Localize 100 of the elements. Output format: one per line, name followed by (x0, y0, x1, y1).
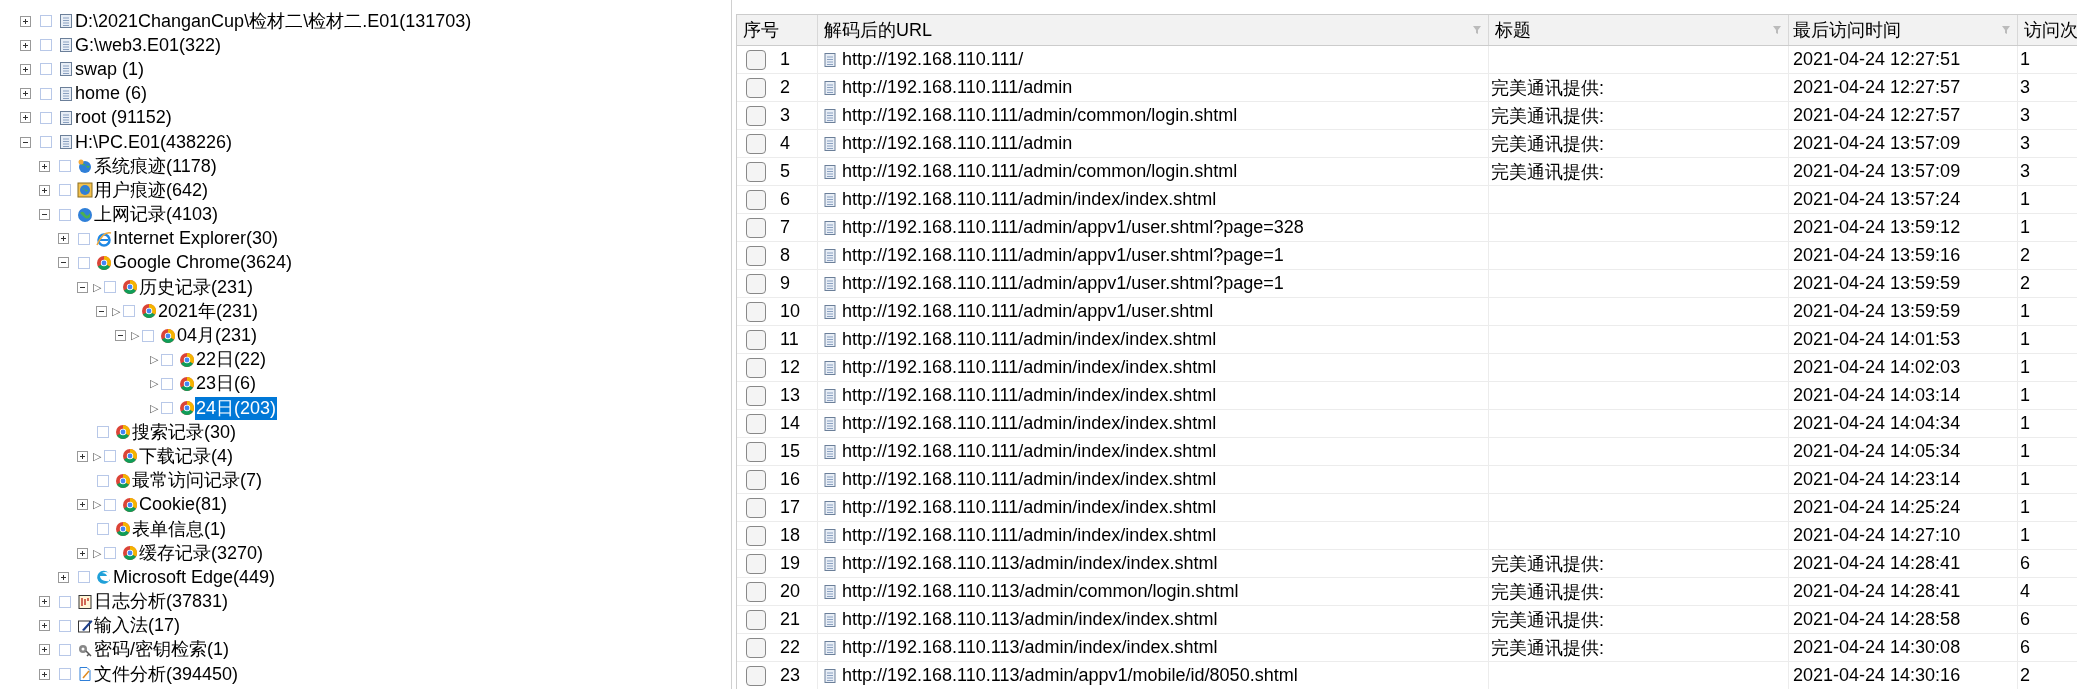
row-checkbox[interactable] (746, 609, 766, 630)
checkbox[interactable] (59, 643, 71, 656)
row-checkbox[interactable] (746, 413, 766, 434)
row-checkbox[interactable] (746, 665, 766, 686)
checkbox[interactable] (40, 111, 52, 124)
row-checkbox[interactable] (746, 553, 766, 574)
checkbox[interactable] (78, 232, 90, 245)
expander-icon[interactable] (58, 571, 69, 583)
checkbox[interactable] (104, 547, 116, 560)
row-checkbox[interactable] (746, 77, 766, 98)
column-header[interactable]: 解码后的URL (818, 15, 1489, 45)
checkbox[interactable] (97, 426, 109, 439)
expander-icon[interactable] (20, 39, 31, 51)
checkbox[interactable] (161, 402, 173, 415)
tree-item[interactable]: 2021年(231) (157, 299, 260, 323)
checkbox[interactable] (97, 474, 109, 487)
tree-item[interactable]: 密码/密钥检索(1) (93, 638, 230, 662)
checkbox[interactable] (104, 498, 116, 511)
row-checkbox[interactable] (746, 385, 766, 406)
checkbox[interactable] (59, 595, 71, 608)
expander-icon[interactable] (20, 112, 31, 124)
checkbox[interactable] (59, 184, 71, 197)
expander-icon[interactable] (39, 620, 50, 632)
expander-icon[interactable] (20, 63, 31, 75)
expander-icon[interactable] (77, 547, 88, 559)
checkbox[interactable] (123, 305, 135, 318)
expander-icon[interactable] (58, 257, 69, 269)
checkbox[interactable] (40, 136, 52, 149)
tree-item[interactable]: 系统痕迹(1178) (93, 154, 218, 178)
expander-icon[interactable] (20, 15, 31, 27)
checkbox[interactable] (78, 256, 90, 269)
row-checkbox[interactable] (746, 217, 766, 238)
expander-icon[interactable] (58, 233, 69, 245)
row-checkbox[interactable] (746, 637, 766, 658)
row-checkbox[interactable] (746, 245, 766, 266)
tree-item[interactable]: 表单信息(1) (131, 517, 227, 541)
expander-icon[interactable] (39, 668, 50, 680)
tree-item[interactable]: 搜索记录(30) (131, 420, 237, 444)
row-checkbox[interactable] (746, 161, 766, 182)
expander-icon[interactable] (77, 499, 88, 511)
tree-item[interactable]: 22日(22) (195, 348, 268, 372)
checkbox[interactable] (104, 281, 116, 294)
tree-item[interactable]: root (91152) (74, 106, 173, 130)
expander-icon[interactable] (77, 281, 88, 293)
expander-icon[interactable] (39, 644, 50, 656)
row-checkbox[interactable] (746, 469, 766, 490)
checkbox[interactable] (78, 571, 90, 584)
checkbox[interactable] (59, 668, 71, 681)
tree-item[interactable]: Microsoft Edge(449) (112, 565, 277, 589)
expander-icon[interactable] (20, 136, 31, 148)
row-checkbox[interactable] (746, 525, 766, 546)
tree-item[interactable]: 历史记录(231) (138, 275, 255, 299)
tree-item[interactable]: 文件分析(394450) (93, 662, 240, 686)
tree-item[interactable]: Cookie(81) (138, 493, 229, 517)
row-checkbox[interactable] (746, 497, 766, 518)
checkbox[interactable] (59, 208, 71, 221)
expander-icon[interactable] (39, 596, 50, 608)
tree-item[interactable]: 用户痕迹(642) (93, 178, 210, 202)
tree-item[interactable]: 日志分析(37831) (93, 590, 230, 614)
expander-icon[interactable] (39, 209, 50, 221)
tree-item[interactable]: 24日(203) (195, 396, 278, 420)
expander-icon[interactable] (39, 184, 50, 196)
checkbox[interactable] (142, 329, 154, 342)
row-checkbox[interactable] (746, 49, 766, 70)
expander-icon[interactable] (115, 330, 126, 342)
tree-item[interactable]: Internet Explorer(30) (112, 227, 280, 251)
row-checkbox[interactable] (746, 301, 766, 322)
checkbox[interactable] (161, 377, 173, 390)
column-header[interactable]: 访问次 (2018, 15, 2077, 45)
expander-icon[interactable] (96, 305, 107, 317)
tree-item[interactable]: D:\2021ChanganCup\检材二\检材二.E01(131703) (74, 9, 473, 33)
tree-item[interactable]: swap (1) (74, 57, 146, 81)
tree-item[interactable]: 最常访问记录(7) (131, 469, 263, 493)
row-checkbox[interactable] (746, 105, 766, 126)
row-checkbox[interactable] (746, 189, 766, 210)
row-checkbox[interactable] (746, 273, 766, 294)
checkbox[interactable] (40, 63, 52, 76)
expander-icon[interactable] (77, 450, 88, 462)
tree-item[interactable]: 23日(6) (195, 372, 258, 396)
checkbox[interactable] (161, 353, 173, 366)
row-checkbox[interactable] (746, 133, 766, 154)
checkbox[interactable] (59, 160, 71, 173)
checkbox[interactable] (104, 450, 116, 463)
tree-item[interactable]: Google Chrome(3624) (112, 251, 294, 275)
row-checkbox[interactable] (746, 441, 766, 462)
tree-item[interactable]: H:\PC.E01(438226) (74, 130, 234, 154)
checkbox[interactable] (40, 39, 52, 52)
checkbox[interactable] (40, 87, 52, 100)
expander-icon[interactable] (20, 88, 31, 100)
row-checkbox[interactable] (746, 357, 766, 378)
tree-item[interactable]: 输入法(17) (93, 614, 181, 638)
tree-item[interactable]: 下载记录(4) (138, 444, 234, 468)
checkbox[interactable] (40, 15, 52, 28)
checkbox[interactable] (59, 619, 71, 632)
tree-item[interactable]: 04月(231) (176, 324, 259, 348)
row-checkbox[interactable] (746, 581, 766, 602)
row-checkbox[interactable] (746, 329, 766, 350)
column-header[interactable]: 序号 (737, 15, 818, 45)
tree-item[interactable]: home (6) (74, 82, 149, 106)
column-header[interactable]: 标题 (1489, 15, 1789, 45)
